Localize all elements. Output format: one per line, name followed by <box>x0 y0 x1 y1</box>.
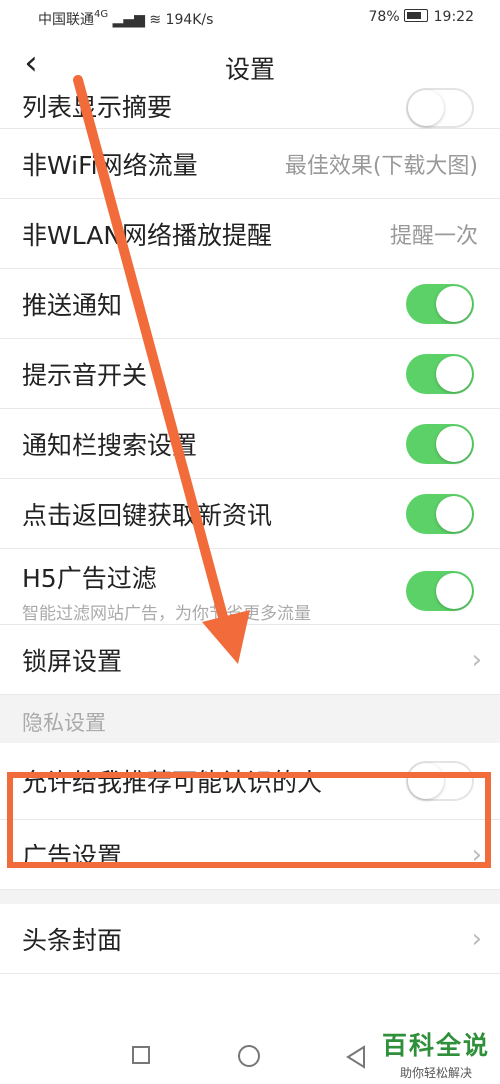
wifi-icon: ≋ <box>149 12 162 28</box>
setting-toutiao-cover[interactable]: 头条封面 › <box>0 904 500 974</box>
back-refresh-toggle[interactable] <box>406 493 474 534</box>
watermark: 百科全说 助你轻松解决 <box>382 1026 490 1081</box>
section-header-privacy: 隐私设置 <box>0 695 500 743</box>
app-header: ‹ 设置 <box>0 36 500 96</box>
network-speed: 194K/s <box>165 12 214 28</box>
toggle-knob <box>436 425 472 462</box>
setting-label: 允许给我推荐可能认识的人 <box>22 768 323 797</box>
clock: 19:22 <box>433 9 474 25</box>
home-icon[interactable] <box>238 1045 260 1067</box>
setting-lock-screen[interactable]: 锁屏设置 › <box>0 625 500 695</box>
back-triangle-icon[interactable] <box>344 1045 370 1071</box>
toggle-knob <box>436 355 472 392</box>
section-label: 隐私设置 <box>22 711 106 735</box>
setting-list-summary[interactable]: 列表显示摘要 <box>0 88 500 129</box>
status-left: 中国联通4G ▂▄▆ ≋ 194K/s <box>38 9 213 29</box>
setting-label: 广告设置 <box>22 841 123 871</box>
toggle-knob <box>436 285 472 322</box>
notification-search-toggle[interactable] <box>406 423 474 464</box>
setting-h5-ad-filter[interactable]: H5广告过滤 智能过滤网站广告，为你节省更多流量 <box>0 549 500 625</box>
recommend-people-toggle[interactable] <box>406 761 474 801</box>
setting-value: 提醒一次 <box>389 223 478 249</box>
setting-non-wifi-traffic[interactable]: 非WiFi网络流量 最佳效果(下载大图) <box>0 129 500 199</box>
setting-label: H5广告过滤 <box>22 564 157 593</box>
section-gap <box>0 890 500 904</box>
signal-icon: ▂▄▆ <box>112 12 145 28</box>
watermark-title: 百科全说 <box>381 1031 490 1060</box>
toggle-knob <box>436 573 472 609</box>
setting-back-refresh[interactable]: 点击返回键获取新资讯 <box>0 479 500 549</box>
setting-label: 提示音开关 <box>22 360 148 390</box>
watermark-subtitle: 助你轻松解决 <box>399 1066 472 1080</box>
status-right: 78% 19:22 <box>369 9 474 25</box>
setting-ad-settings[interactable]: 广告设置 › <box>0 820 500 890</box>
setting-label: 列表显示摘要 <box>22 93 173 122</box>
setting-label: 通知栏搜索设置 <box>22 430 198 460</box>
setting-non-wlan-play-reminder[interactable]: 非WLAN网络播放提醒 提醒一次 <box>0 199 500 269</box>
setting-push-notification[interactable]: 推送通知 <box>0 269 500 339</box>
page-title: 设置 <box>224 55 275 84</box>
setting-description: 智能过滤网站广告，为你节省更多流量 <box>22 604 311 624</box>
setting-label: 点击返回键获取新资讯 <box>22 500 273 530</box>
setting-sound-switch[interactable]: 提示音开关 <box>0 339 500 409</box>
status-bar: 中国联通4G ▂▄▆ ≋ 194K/s 78% 19:22 <box>0 0 500 36</box>
push-notification-toggle[interactable] <box>406 283 474 324</box>
toggle-knob <box>408 763 444 799</box>
carrier-label: 中国联通 <box>38 12 94 28</box>
setting-recommend-people[interactable]: 允许给我推荐可能认识的人 <box>0 743 500 820</box>
battery-icon <box>403 9 428 22</box>
battery-percent: 78% <box>368 9 400 25</box>
settings-list: 列表显示摘要 非WiFi网络流量 最佳效果(下载大图) 非WLAN网络播放提醒 … <box>0 88 500 974</box>
sound-toggle[interactable] <box>406 353 474 394</box>
signal-type: 4G <box>94 9 109 20</box>
chevron-right-icon: › <box>471 644 482 675</box>
chevron-right-icon: › <box>471 839 482 870</box>
setting-value: 最佳效果(下载大图) <box>284 153 478 179</box>
setting-label: 非WiFi网络流量 <box>22 150 198 180</box>
setting-label: 锁屏设置 <box>22 646 123 676</box>
setting-label: 非WLAN网络播放提醒 <box>22 220 273 250</box>
setting-label: 推送通知 <box>22 290 123 320</box>
list-summary-toggle[interactable] <box>406 88 474 128</box>
h5-ad-filter-toggle[interactable] <box>406 571 474 611</box>
setting-label: 头条封面 <box>22 925 123 955</box>
toggle-knob <box>408 90 444 126</box>
chevron-right-icon: › <box>471 923 482 954</box>
setting-notification-search[interactable]: 通知栏搜索设置 <box>0 409 500 479</box>
recent-apps-icon[interactable] <box>132 1046 150 1064</box>
toggle-knob <box>436 495 472 532</box>
